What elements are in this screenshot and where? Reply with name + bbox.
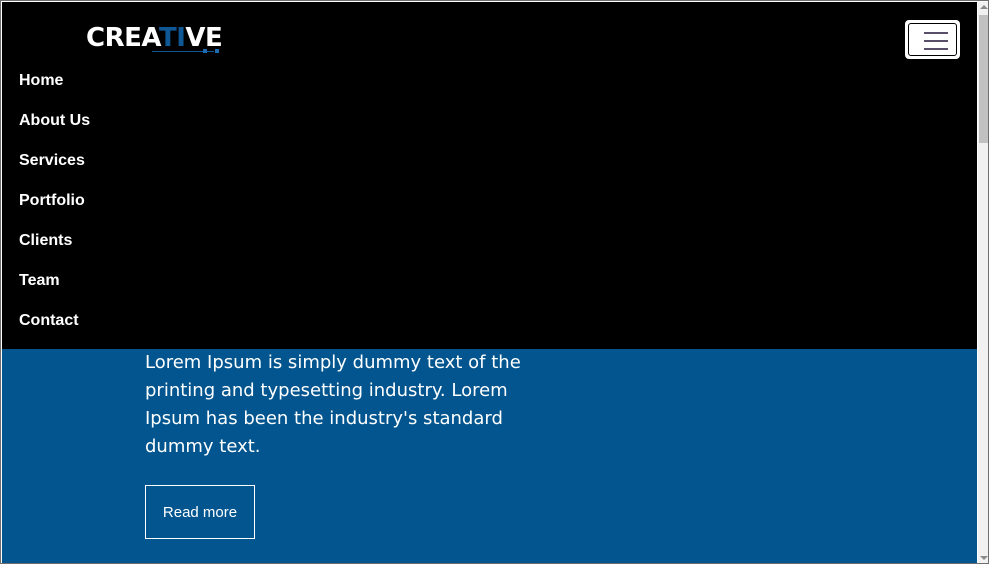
navbar: CREATIVE Home About Us Services Portfoli… <box>2 2 977 349</box>
scroll-down-arrow-icon[interactable] <box>980 556 988 560</box>
hamburger-bar <box>924 40 948 42</box>
hamburger-bar <box>924 32 948 34</box>
logo-accent: TI <box>158 23 186 53</box>
logo-prefix: CREA <box>86 23 159 53</box>
nav-item-about-us[interactable]: About Us <box>19 105 90 145</box>
hero-section: Lorem Ipsum is simply dummy text of the … <box>2 349 977 563</box>
navbar-toggler-button[interactable] <box>905 20 960 59</box>
read-more-button[interactable]: Read more <box>145 485 255 539</box>
scrollbar-thumb[interactable] <box>979 15 988 143</box>
logo-dot <box>203 49 207 53</box>
nav-item-services[interactable]: Services <box>19 145 90 185</box>
brand-logo[interactable]: CREATIVE <box>86 21 223 55</box>
logo-dot <box>215 49 219 53</box>
nav-menu: Home About Us Services Portfolio Clients… <box>19 65 90 345</box>
nav-item-portfolio[interactable]: Portfolio <box>19 185 90 225</box>
vertical-scrollbar[interactable] <box>978 2 988 563</box>
nav-item-team[interactable]: Team <box>19 265 90 305</box>
hamburger-bar <box>924 48 948 50</box>
nav-item-clients[interactable]: Clients <box>19 225 90 265</box>
nav-item-home[interactable]: Home <box>19 65 90 105</box>
hamburger-menu-icon <box>908 23 957 56</box>
hero-text: Lorem Ipsum is simply dummy text of the … <box>145 352 521 457</box>
nav-item-contact[interactable]: Contact <box>19 305 90 345</box>
scroll-up-arrow-icon[interactable] <box>980 5 988 9</box>
browser-viewport: CREATIVE Home About Us Services Portfoli… <box>0 0 989 564</box>
